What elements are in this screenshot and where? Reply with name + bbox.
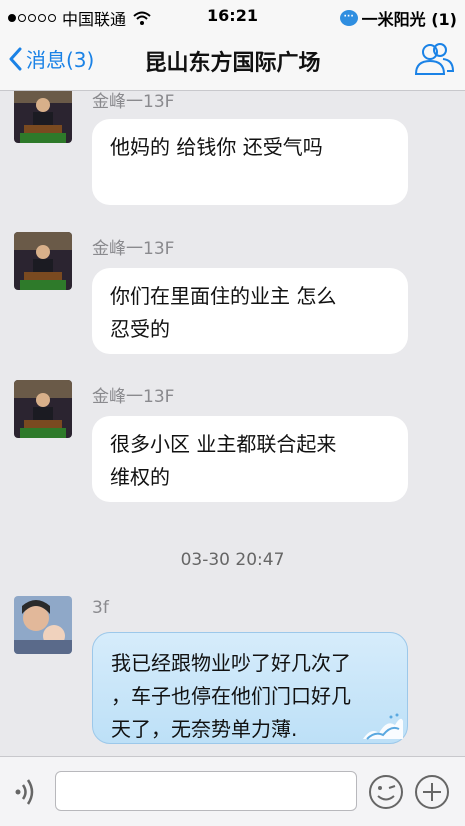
chat-notification-icon: ···: [339, 10, 358, 26]
message-text: 很多小区 业主都联合起来: [110, 432, 337, 456]
avatar[interactable]: [14, 380, 72, 438]
notification-label: 一米阳光 (1): [361, 10, 457, 29]
message-text: ，车子也停在他们门口好几: [111, 684, 351, 708]
page-title: 昆山东方国际广场: [144, 51, 321, 76]
contacts-icon[interactable]: [413, 41, 455, 77]
sender-name: 金峰一13F: [92, 239, 175, 259]
voice-icon[interactable]: [14, 777, 42, 807]
input-bar: [0, 756, 465, 826]
avatar[interactable]: [14, 596, 72, 654]
avatar[interactable]: [14, 232, 72, 290]
message-text: 你们在里面住的业主 怎么: [110, 284, 337, 308]
timestamp: 03-30 20:47: [180, 550, 285, 570]
message-bubble[interactable]: 你们在里面住的业主 怎么 忍受的: [92, 268, 408, 354]
status-bar: 中国联通 16:21 ··· 一米阳光 (1): [0, 0, 465, 32]
wave-icon: [363, 713, 403, 740]
message-text: 天了，无奈势单力薄.: [111, 717, 298, 741]
avatar[interactable]: [14, 91, 72, 143]
message-text: 我已经跟物业吵了好几次了: [111, 651, 351, 675]
sender-name: 金峰一13F: [92, 387, 175, 407]
message-bubble[interactable]: 很多小区 业主都联合起来 维权的: [92, 416, 408, 502]
nav-bar: 消息(3) 昆山东方国际广场: [0, 32, 465, 91]
status-right[interactable]: ··· 一米阳光 (1): [339, 6, 457, 30]
message-text: 维权的: [110, 465, 170, 489]
message-bubble-self[interactable]: 我已经跟物业吵了好几次了 ，车子也停在他们门口好几 天了，无奈势单力薄.: [92, 632, 408, 744]
message-input[interactable]: [55, 771, 357, 811]
chat-area[interactable]: 金峰一13F 他妈的 给钱你 还受气吗 金峰一13F 你们在里面住的业主 怎么 …: [0, 91, 465, 755]
sender-name: 金峰一13F: [92, 92, 175, 112]
emoji-icon[interactable]: [368, 774, 404, 810]
message-bubble[interactable]: 他妈的 给钱你 还受气吗: [92, 119, 408, 205]
message-text: 忍受的: [110, 317, 170, 341]
plus-icon[interactable]: [414, 774, 450, 810]
sender-name: 3f: [92, 598, 109, 618]
message-text: 他妈的 给钱你 还受气吗: [110, 135, 323, 159]
